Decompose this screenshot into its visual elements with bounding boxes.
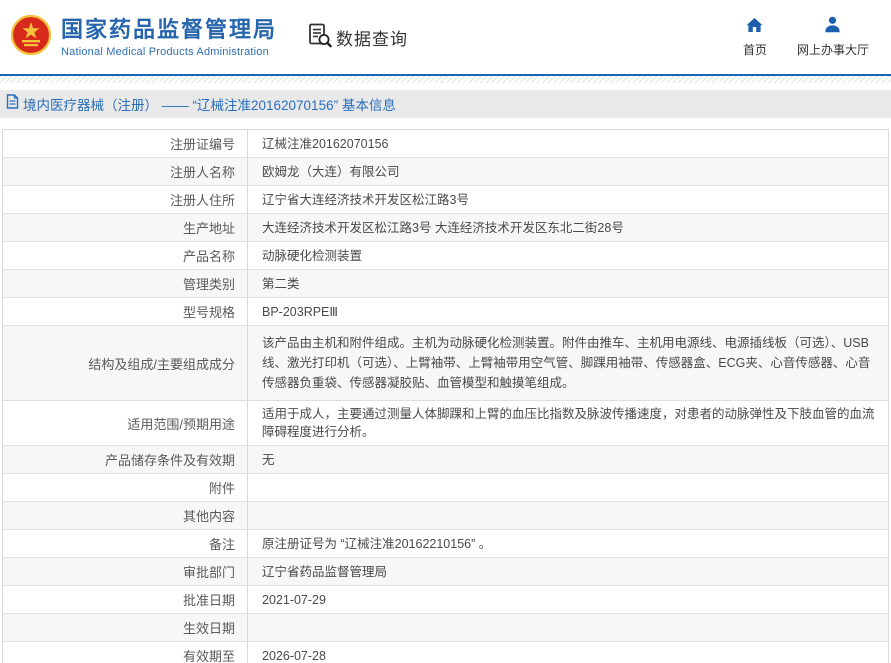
table-row: 有效期至 2026-07-28 (3, 642, 888, 663)
table-row: 注册人名称 欧姆龙（大连）有限公司 (3, 158, 888, 186)
hatched-strip (0, 76, 891, 83)
header-nav: 首页 网上办事大厅 (743, 16, 869, 58)
nav-home-label: 首页 (742, 43, 767, 57)
nav-item-home[interactable]: 首页 (743, 16, 767, 58)
row-value: 辽械注准20162070156 (262, 136, 389, 151)
table-row: 生效日期 (3, 614, 888, 642)
person-icon (824, 16, 841, 38)
row-label: 注册人住所 (3, 186, 248, 213)
row-value (248, 614, 888, 641)
table-row: 结构及组成/主要组成成分 该产品由主机和附件组成。主机为动脉硬化检测装置。附件由推… (3, 326, 888, 401)
table-row: 备注 原注册证号为 “辽械注准20162210156” 。 (3, 530, 888, 558)
table-row: 其他内容 (3, 502, 888, 530)
table-row: 注册证编号 辽械注准20162070156 (3, 130, 888, 158)
row-label: 批准日期 (3, 586, 248, 613)
table-row: 产品储存条件及有效期无 (3, 446, 888, 474)
breadcrumb: 境内医疗器械（注册） —— “辽械注准20162070156” 基本信息 (0, 90, 891, 118)
data-query-label: 数据查询 (336, 29, 409, 49)
row-value (248, 502, 888, 529)
national-emblem-logo (10, 11, 52, 64)
table-row: 适用范围/预期用途 适用于成人，主要通过测量人体脚踝和上臂的血压比指数及脉波传播速… (3, 401, 888, 446)
table-row: 注册人住所 辽宁省大连经济技术开发区松江路3号 (3, 186, 888, 214)
data-query-section[interactable]: 数据查询 (307, 22, 408, 53)
info-table: 注册证编号 辽械注准20162070156 注册人名称 欧姆龙（大连）有限公司 注册人住… (2, 129, 889, 663)
site-header: 国家药品监督管理局 National Medical Products Admi… (0, 0, 891, 74)
table-row: 管理类别 第二类 (3, 270, 888, 298)
row-value: 第二类 (262, 276, 300, 291)
row-value: 大连经济技术开发区松江路3号 大连经济技术开发区东北二街28号 (262, 220, 624, 235)
row-label: 注册证编号 (3, 130, 248, 157)
row-value: 适用于成人，主要通过测量人体脚踝和上臂的血压比指数及脉波传播速度，对患者的动脉弹… (262, 407, 875, 439)
row-value: 2021-07-29 (262, 592, 326, 607)
row-label: 结构及组成/主要组成成分 (3, 326, 248, 400)
row-value (248, 474, 888, 501)
document-search-icon (307, 22, 333, 53)
table-row: 批准日期 2021-07-29 (3, 586, 888, 614)
table-row: 附件 (3, 474, 888, 502)
row-value: BP-203RPEⅢ (262, 304, 339, 319)
site-title: 国家药品监督管理局 (61, 16, 278, 42)
row-value: 2026-07-28 (262, 648, 326, 663)
row-value: 原注册证号为 “辽械注准20162210156” 。 (262, 536, 492, 551)
document-icon (6, 94, 19, 114)
row-label: 型号规格 (3, 298, 248, 325)
home-icon (745, 16, 764, 38)
table-row: 产品名称 动脉硬化检测装置 (3, 242, 888, 270)
gap-strip (0, 83, 891, 90)
site-subtitle: National Medical Products Administration (61, 45, 269, 58)
row-value: 该产品由主机和附件组成。主机为动脉硬化检测装置。附件由推车、主机用电源线、电源插… (262, 336, 871, 390)
breadcrumb-text: 境内医疗器械（注册） —— “辽械注准20162070156” 基本信息 (23, 98, 396, 113)
row-label: 产品名称 (3, 242, 248, 269)
nav-item-service-hall[interactable]: 网上办事大厅 (797, 16, 869, 58)
row-label: 管理类别 (3, 270, 248, 297)
row-label: 生产地址 (3, 214, 248, 241)
row-label: 适用范围/预期用途 (3, 401, 248, 445)
row-label: 其他内容 (3, 502, 248, 529)
row-label: 备注 (3, 530, 248, 557)
nav-service-hall-label: 网上办事大厅 (796, 43, 869, 57)
row-value: 无 (262, 452, 275, 467)
table-row: 审批部门 辽宁省药品监督管理局 (3, 558, 888, 586)
row-value: 辽宁省大连经济技术开发区松江路3号 (262, 192, 469, 207)
table-row: 型号规格 BP-203RPEⅢ (3, 298, 888, 326)
site-title-block: 国家药品监督管理局 National Medical Products Admi… (61, 17, 277, 58)
row-label: 产品储存条件及有效期 (3, 446, 248, 473)
row-label: 注册人名称 (3, 158, 248, 185)
row-label: 生效日期 (3, 614, 248, 641)
row-value: 欧姆龙（大连）有限公司 (262, 164, 400, 179)
table-row: 生产地址 大连经济技术开发区松江路3号 大连经济技术开发区东北二街28号 (3, 214, 888, 242)
row-label: 附件 (3, 474, 248, 501)
row-value: 动脉硬化检测装置 (262, 248, 363, 263)
row-value: 辽宁省药品监督管理局 (262, 564, 388, 579)
row-label: 有效期至 (3, 642, 248, 663)
row-label: 审批部门 (3, 558, 248, 585)
